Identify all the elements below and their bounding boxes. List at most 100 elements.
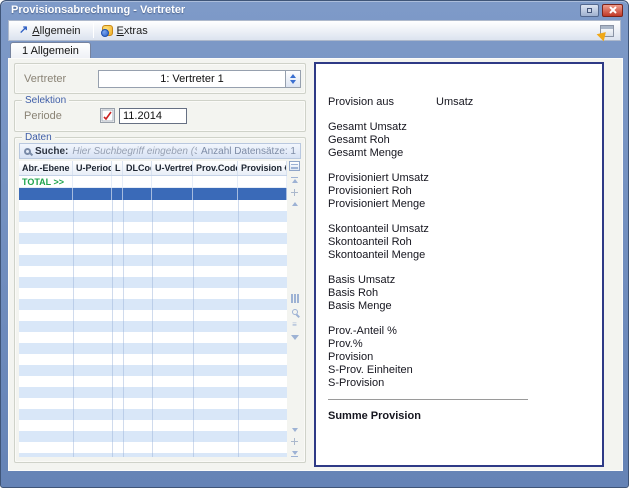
- grid-column-divider: [193, 200, 194, 457]
- spinner-down-icon: [290, 80, 296, 84]
- grid-tools-group: ≡: [291, 294, 299, 340]
- summary-group-skontoanteil: Skontoanteil Umsatz Skontoanteil Roh Sko…: [328, 223, 590, 262]
- columns-icon[interactable]: [291, 294, 299, 303]
- grid-cell: [123, 176, 152, 187]
- provision-aus-value: Umsatz: [436, 96, 473, 109]
- minimize-button[interactable]: [580, 4, 599, 17]
- sort-icon[interactable]: ≡: [292, 321, 297, 329]
- search-placeholder: Hier Suchbegriff eingeben (STRG+S): [72, 146, 197, 157]
- menu-item-allgemein[interactable]: ↗ Allgemein: [15, 22, 89, 39]
- grid-cell: [112, 176, 123, 187]
- zoom-icon[interactable]: [292, 309, 298, 315]
- column-header[interactable]: DLCode: [123, 161, 152, 175]
- provision-aus-label: Provision aus: [328, 96, 394, 108]
- scroll-to-top-icon[interactable]: [291, 177, 298, 183]
- summary-label: Provisioniert Roh: [328, 185, 590, 198]
- grid-cell: [19, 188, 73, 200]
- grid-column-divider: [123, 200, 124, 457]
- summary-label: S-Provision: [328, 377, 590, 390]
- row-insert-icon[interactable]: [291, 189, 298, 196]
- grid-nav-top-group: [289, 161, 300, 206]
- grid-cell: [112, 188, 123, 200]
- selektion-groupbox-title: Selektion: [22, 95, 69, 106]
- grid-empty-rows: [19, 200, 287, 457]
- title-bar: Provisionsabrechnung - Vertreter: [1, 1, 628, 19]
- summe-provision-label: Summe Provision: [328, 410, 590, 422]
- column-header[interactable]: U-Vertreter: [152, 161, 193, 175]
- column-header[interactable]: L: [112, 161, 123, 175]
- periode-label: Periode: [24, 110, 62, 122]
- grid-cell: [193, 176, 238, 187]
- vertreter-groupbox: Vertreter 1: Vertreter 1: [14, 63, 306, 94]
- vertreter-combobox-value: 1: Vertreter 1: [99, 71, 285, 87]
- summary-group-gesamt: Gesamt Umsatz Gesamt Roh Gesamt Menge: [328, 121, 590, 160]
- summary-group-basis: Basis Umsatz Basis Roh Basis Menge: [328, 274, 590, 313]
- menu-label-allgemein: Allgemein: [32, 25, 80, 37]
- grid-column-divider: [238, 200, 239, 457]
- calendar-picker-icon[interactable]: [100, 108, 115, 123]
- close-button[interactable]: [602, 4, 623, 17]
- column-chooser-icon[interactable]: [289, 161, 300, 171]
- summary-content: Provision aus Umsatz Gesamt Umsatz Gesam…: [316, 64, 602, 422]
- grid-side-toolbar: ≡: [287, 161, 302, 457]
- column-header[interactable]: Provision €: [238, 161, 287, 175]
- grid-nav-bottom-group: [291, 428, 298, 457]
- column-header[interactable]: Abr.-Ebene: [19, 161, 73, 175]
- summary-panel: Provision aus Umsatz Gesamt Umsatz Gesam…: [314, 62, 604, 467]
- menu-bar: ↗ Allgemein Extras: [8, 20, 621, 41]
- grid-cell: [152, 176, 193, 187]
- selektion-groupbox: Selektion Periode: [14, 100, 306, 132]
- summary-label: Skontoanteil Roh: [328, 236, 590, 249]
- periode-input[interactable]: [119, 108, 187, 124]
- grid-cell: [193, 188, 238, 200]
- grid-column-divider: [112, 200, 113, 457]
- summary-label: Provisioniert Menge: [328, 198, 590, 211]
- daten-groupbox-title: Daten: [22, 132, 55, 143]
- vertreter-spinner-button[interactable]: [285, 71, 300, 87]
- summary-label: Provisioniert Umsatz: [328, 172, 590, 185]
- grid-cell: [73, 188, 112, 200]
- summary-label: Provision: [328, 351, 590, 364]
- summary-label: Prov.-Anteil %: [328, 325, 590, 338]
- summary-label: Basis Menge: [328, 300, 590, 313]
- scroll-up-icon[interactable]: [292, 202, 298, 206]
- grid-selected-row[interactable]: [19, 188, 287, 200]
- summary-label: Gesamt Menge: [328, 147, 590, 160]
- summary-separator: [328, 399, 528, 400]
- grid-column-divider: [73, 200, 74, 457]
- grid-cell: [238, 188, 287, 200]
- summary-group-provisioniert: Provisioniert Umsatz Provisioniert Roh P…: [328, 172, 590, 211]
- menu-label-extras: Extras: [117, 25, 148, 37]
- summary-group-provision: Prov.-Anteil % Prov.% Provision S-Prov. …: [328, 325, 590, 390]
- scroll-to-bottom-icon[interactable]: [291, 451, 298, 457]
- content-area: Vertreter 1: Vertreter 1 Selektion Perio…: [8, 58, 623, 471]
- grid-cell: [73, 176, 112, 187]
- scroll-down-icon[interactable]: [292, 428, 298, 432]
- filter-icon[interactable]: [291, 335, 299, 340]
- grid-header-row: Abr.-Ebene U-Periode L DLCode U-Vertrete…: [19, 161, 287, 176]
- window-title: Provisionsabrechnung - Vertreter: [11, 4, 577, 16]
- search-label: Suche:: [35, 146, 68, 157]
- grid-search-bar[interactable]: Suche: Hier Suchbegriff eingeben (STRG+S…: [19, 143, 301, 159]
- record-count: Anzahl Datensätze: 1: [201, 146, 296, 157]
- menu-item-extras[interactable]: Extras: [98, 22, 156, 39]
- extras-icon: [102, 25, 113, 36]
- vertreter-label: Vertreter: [24, 73, 66, 85]
- grid-total-row[interactable]: TOTAL >>: [19, 176, 287, 188]
- row-append-icon[interactable]: [291, 438, 298, 445]
- spinner-up-icon: [290, 74, 296, 78]
- summary-label: S-Prov. Einheiten: [328, 364, 590, 377]
- summary-label: Basis Umsatz: [328, 274, 590, 287]
- summary-row: Provision aus Umsatz: [328, 96, 590, 109]
- vertreter-combobox[interactable]: 1: Vertreter 1: [98, 70, 301, 88]
- summary-label: Skontoanteil Umsatz: [328, 223, 590, 236]
- grid-cell: [238, 176, 287, 187]
- search-icon: [24, 148, 31, 155]
- column-header[interactable]: Prov.Code: [193, 161, 238, 175]
- detach-window-icon[interactable]: [600, 25, 614, 37]
- total-cell: TOTAL >>: [19, 176, 73, 187]
- column-header[interactable]: U-Periode: [73, 161, 112, 175]
- summary-label: Gesamt Umsatz: [328, 121, 590, 134]
- menu-separator: [93, 23, 94, 38]
- tab-allgemein[interactable]: 1 Allgemein: [10, 42, 91, 59]
